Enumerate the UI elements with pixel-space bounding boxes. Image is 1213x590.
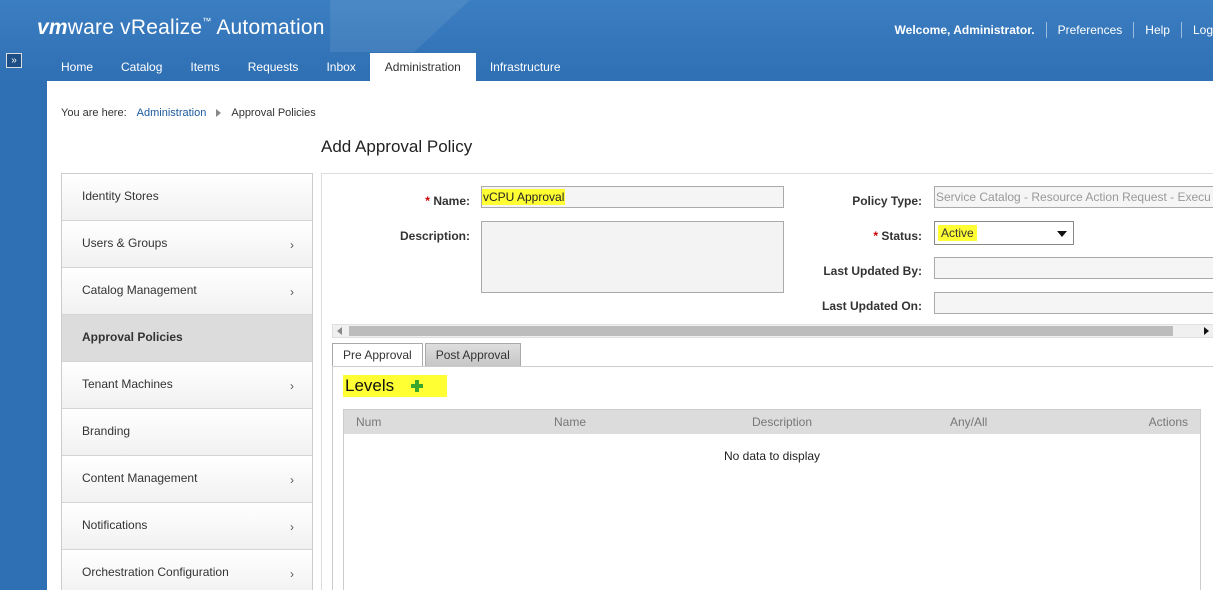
levels-heading: Levels: [343, 375, 447, 397]
name-input[interactable]: vCPU Approval: [481, 186, 784, 208]
required-mark: *: [425, 194, 430, 208]
approval-tabs: Pre Approval Post Approval: [332, 343, 521, 367]
policy-form: * Name: vCPU Approval Description: Polic…: [321, 173, 1213, 590]
logo-vm: vm: [37, 16, 68, 39]
sidebar-item-orchestration-configuration[interactable]: Orchestration Configuration ›: [62, 550, 312, 590]
status-select[interactable]: Active: [934, 221, 1074, 245]
sidebar-item-content-management[interactable]: Content Management ›: [62, 456, 312, 503]
pre-approval-content: Levels Num Name Description Any/All Acti…: [332, 366, 1213, 590]
last-updated-on-label: Last Updated On:: [821, 299, 922, 313]
chevron-right-icon: ›: [290, 567, 294, 581]
page-title: Add Approval Policy: [321, 137, 473, 156]
logo-product: vRealize: [114, 16, 203, 39]
column-any-all[interactable]: Any/All: [950, 415, 987, 429]
tab-inbox[interactable]: Inbox: [312, 53, 369, 81]
sidebar-item-branding[interactable]: Branding: [62, 409, 312, 456]
breadcrumb-current: Approval Policies: [231, 107, 316, 119]
admin-sidebar: Identity Stores Users & Groups › Catalog …: [61, 173, 313, 590]
help-link[interactable]: Help: [1133, 22, 1181, 38]
name-input-value: vCPU Approval: [482, 189, 566, 205]
horizontal-scrollbar[interactable]: [332, 324, 1213, 338]
sidebar-item-label: Branding: [82, 424, 131, 438]
policy-type-value: Service Catalog - Resource Action Reques…: [936, 190, 1211, 204]
sidebar-item-label: Notifications: [82, 518, 148, 532]
logo-suffix: Automation: [211, 16, 325, 39]
breadcrumb-arrow-icon: [216, 109, 222, 117]
tab-home[interactable]: Home: [47, 53, 107, 81]
column-name[interactable]: Name: [554, 415, 586, 429]
description-textarea[interactable]: [481, 221, 784, 293]
top-header: vmware vRealize™ Automation Welcome, Adm…: [0, 0, 1213, 81]
welcome-text: Welcome, Administrator.: [894, 23, 1035, 37]
main-nav: Home Catalog Items Requests Inbox Admini…: [47, 53, 575, 81]
levels-title: Levels: [345, 376, 395, 395]
scrollbar-thumb[interactable]: [349, 326, 1173, 336]
sidebar-item-users-groups[interactable]: Users & Groups ›: [62, 221, 312, 268]
sidebar-item-label: Catalog Management: [82, 283, 197, 297]
chevron-right-icon: ›: [290, 379, 294, 393]
sidebar-item-label: Users & Groups: [82, 236, 168, 250]
product-logo: vmware vRealize™ Automation: [37, 16, 325, 40]
sidebar-item-notifications[interactable]: Notifications ›: [62, 503, 312, 550]
scroll-right-icon[interactable]: [1204, 327, 1209, 335]
required-mark: *: [873, 229, 878, 243]
tab-post-approval[interactable]: Post Approval: [424, 343, 521, 366]
add-level-plus-icon[interactable]: [411, 380, 423, 392]
tab-administration[interactable]: Administration: [369, 53, 476, 81]
tab-infrastructure[interactable]: Infrastructure: [476, 53, 575, 81]
sidebar-item-approval-policies[interactable]: Approval Policies: [62, 315, 312, 362]
sidebar-item-label: Orchestration Configuration: [82, 565, 229, 579]
caret-down-icon: [1057, 231, 1067, 237]
breadcrumb: You are here: Administration Approval Po…: [61, 107, 316, 119]
sidebar-item-tenant-machines[interactable]: Tenant Machines ›: [62, 362, 312, 409]
scroll-left-icon[interactable]: [337, 327, 342, 335]
column-num[interactable]: Num: [356, 415, 381, 429]
sidebar-item-label: Content Management: [82, 471, 198, 485]
name-label: * Name:: [382, 194, 470, 208]
chevron-right-icon: ›: [290, 238, 294, 252]
chevron-right-icon: ›: [290, 285, 294, 299]
tab-items[interactable]: Items: [176, 53, 233, 81]
left-strip: [0, 0, 47, 590]
breadcrumb-prefix: You are here:: [61, 107, 127, 119]
tab-requests[interactable]: Requests: [234, 53, 313, 81]
levels-table: Num Name Description Any/All Actions No …: [343, 409, 1201, 590]
preferences-link[interactable]: Preferences: [1045, 22, 1134, 38]
status-select-value: Active: [938, 225, 977, 241]
policy-type-label: Policy Type:: [852, 194, 922, 208]
last-updated-on-field: [934, 292, 1213, 314]
sidebar-item-identity-stores[interactable]: Identity Stores: [62, 174, 312, 221]
last-updated-by-field: [934, 257, 1213, 279]
status-label-text: Status:: [881, 229, 922, 243]
column-actions[interactable]: Actions: [1149, 415, 1188, 429]
policy-type-field: Service Catalog - Resource Action Reques…: [934, 186, 1213, 208]
banner-decoration: [330, 0, 470, 52]
sidebar-item-label: Tenant Machines: [82, 377, 173, 391]
tab-pre-approval[interactable]: Pre Approval: [332, 343, 423, 367]
sidebar-item-label: Identity Stores: [82, 189, 159, 203]
user-links: Welcome, Administrator. Preferences Help…: [884, 22, 1213, 38]
sidebar-item-label: Approval Policies: [82, 330, 183, 344]
logout-link[interactable]: Log: [1180, 22, 1213, 38]
empty-table-message: No data to display: [723, 449, 821, 463]
main-content: You are here: Administration Approval Po…: [47, 81, 1213, 590]
column-description[interactable]: Description: [752, 415, 812, 429]
chevron-right-icon: ›: [290, 520, 294, 534]
chevron-right-icon: ›: [290, 473, 294, 487]
logo-ware: ware: [67, 16, 115, 39]
expand-panel-icon[interactable]: »: [6, 53, 22, 68]
name-label-text: Name:: [433, 194, 470, 208]
levels-table-header: Num Name Description Any/All Actions: [344, 410, 1200, 434]
sidebar-item-catalog-management[interactable]: Catalog Management ›: [62, 268, 312, 315]
tab-catalog[interactable]: Catalog: [107, 53, 176, 81]
description-label: Description:: [399, 229, 470, 243]
status-label: * Status:: [812, 229, 922, 243]
last-updated-by-label: Last Updated By:: [823, 264, 922, 278]
breadcrumb-administration-link[interactable]: Administration: [137, 107, 207, 119]
